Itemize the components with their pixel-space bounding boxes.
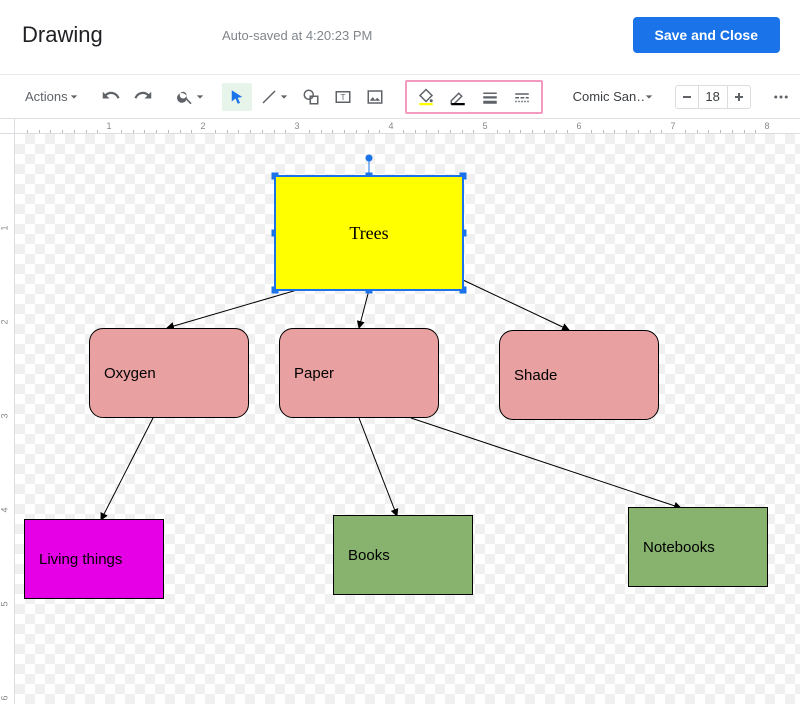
border-color-button[interactable]: [443, 83, 473, 111]
actions-label: Actions: [25, 89, 68, 104]
font-family-select[interactable]: Comic San…: [565, 84, 657, 110]
zoom-icon: [176, 88, 194, 106]
redo-button[interactable]: [128, 83, 158, 111]
undo-icon: [102, 88, 120, 106]
font-size-decrease[interactable]: [676, 86, 698, 108]
border-dash-icon: [513, 88, 531, 106]
node-trees[interactable]: Trees: [275, 176, 463, 290]
more-horizontal-icon: [772, 88, 790, 106]
border-weight-icon: [481, 88, 499, 106]
border-weight-button[interactable]: [475, 83, 505, 111]
node-oxygen[interactable]: Oxygen: [89, 328, 249, 418]
redo-icon: [134, 88, 152, 106]
ruler-tick: 2: [200, 121, 205, 131]
chevron-down-icon: [70, 93, 78, 101]
border-color-icon: [449, 88, 467, 106]
shape-tool[interactable]: [296, 83, 326, 111]
chevron-down-icon: [645, 93, 653, 101]
zoom-button[interactable]: [170, 83, 210, 111]
ruler-corner: [0, 119, 15, 134]
more-options-button[interactable]: [766, 83, 796, 111]
toolbar: Actions T: [0, 75, 800, 119]
ruler-tick: 1: [0, 225, 10, 230]
save-and-close-button[interactable]: Save and Close: [633, 17, 781, 53]
ruler-tick: 4: [0, 507, 10, 512]
font-size-increase[interactable]: [728, 86, 750, 108]
node-shade[interactable]: Shade: [499, 330, 659, 420]
image-icon: [366, 88, 384, 106]
header: Drawing Auto-saved at 4:20:23 PM Save an…: [0, 0, 800, 74]
ruler-tick: 3: [294, 121, 299, 131]
image-tool[interactable]: [360, 83, 390, 111]
undo-button[interactable]: [96, 83, 126, 111]
connector-arrow[interactable]: [359, 418, 397, 516]
ruler-tick: 1: [106, 121, 111, 131]
ruler-tick: 5: [482, 121, 487, 131]
textbox-icon: T: [334, 88, 352, 106]
border-dash-button[interactable]: [507, 83, 537, 111]
ruler-tick: 8: [764, 121, 769, 131]
minus-icon: [682, 91, 692, 103]
connector-arrow[interactable]: [359, 290, 369, 328]
ruler-tick: 7: [670, 121, 675, 131]
ruler-horizontal: 1 2 3 4 5 6 7 8: [15, 119, 800, 134]
rotation-handle[interactable]: [366, 155, 373, 162]
ruler-tick: 4: [388, 121, 393, 131]
cursor-icon: [228, 88, 246, 106]
node-books[interactable]: Books: [333, 515, 473, 595]
ruler-tick: 2: [0, 319, 10, 324]
node-notebooks[interactable]: Notebooks: [628, 507, 768, 587]
ruler-vertical: 1 2 3 4 5 6: [0, 134, 15, 704]
ruler-tick: 3: [0, 413, 10, 418]
connector-arrow[interactable]: [411, 418, 681, 508]
ruler-tick: 6: [576, 121, 581, 131]
line-icon: [260, 88, 278, 106]
chevron-down-icon: [280, 93, 288, 101]
actions-menu[interactable]: Actions: [19, 83, 84, 111]
highlighted-tool-group: [405, 80, 543, 114]
plus-icon: [734, 91, 744, 103]
connector-arrow[interactable]: [101, 418, 153, 520]
node-paper[interactable]: Paper: [279, 328, 439, 418]
connector-arrow[interactable]: [167, 290, 297, 328]
connector-arrow[interactable]: [463, 280, 569, 330]
font-size-stepper[interactable]: [675, 85, 751, 109]
autosave-status: Auto-saved at 4:20:23 PM: [222, 28, 372, 43]
ruler-tick: 6: [0, 695, 10, 700]
chevron-down-icon: [196, 93, 204, 101]
line-tool[interactable]: [254, 83, 294, 111]
font-name-label: Comic San…: [573, 89, 645, 104]
font-size-input[interactable]: [698, 86, 728, 108]
shape-icon: [302, 88, 320, 106]
drawing-canvas[interactable]: Trees Oxygen Paper Shade Living things Books N…: [15, 134, 800, 704]
ruler-tick: 5: [0, 601, 10, 606]
textbox-tool[interactable]: T: [328, 83, 358, 111]
fill-color-button[interactable]: [411, 83, 441, 111]
fill-color-icon: [417, 88, 435, 106]
workspace: 1 2 3 4 5 6 7 8 1 2 3 4 5 6 Trees Oxygen Paper Shade Liv…: [0, 119, 800, 704]
page-title: Drawing: [22, 22, 222, 48]
node-living[interactable]: Living things: [24, 519, 164, 599]
select-tool[interactable]: [222, 83, 252, 111]
svg-text:T: T: [340, 93, 345, 102]
